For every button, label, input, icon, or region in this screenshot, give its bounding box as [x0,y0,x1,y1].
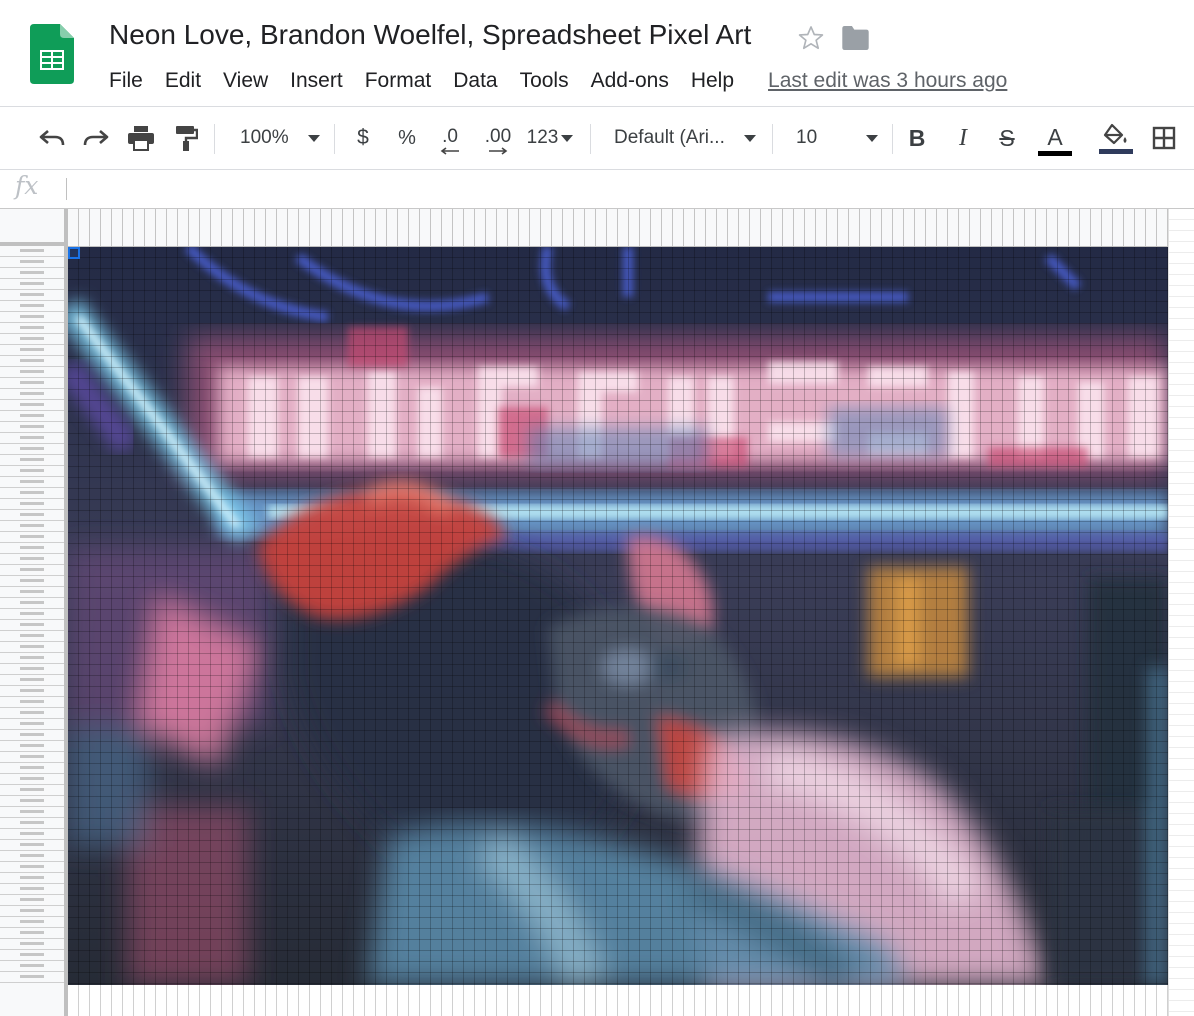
font-value: Default (Ari... [614,127,725,148]
text-color-swatch [1038,150,1072,156]
paint-bucket-icon [1103,123,1127,144]
zoom-select[interactable]: 100% [228,107,324,169]
empty-cells-row[interactable] [68,985,1168,1016]
title-bar: Neon Love, Brandon Woelfel, Spreadsheet … [0,0,1194,107]
folder-icon[interactable] [841,26,870,50]
undo-icon [39,130,65,146]
chevron-down-icon [866,134,878,142]
redo-icon [83,130,109,146]
increase-decimal-button[interactable]: .00 [476,107,520,169]
strikethrough-label: S [999,124,1015,151]
selected-cell[interactable] [68,247,80,259]
row-headers[interactable]: 68 [0,246,68,1016]
cell-gridlines [68,247,1168,985]
chevron-down-icon [561,134,574,142]
menu-format[interactable]: Format [354,69,443,93]
formula-divider [66,178,67,200]
italic-button[interactable]: I [946,107,980,169]
formula-bar: fx [0,170,1194,209]
decrease-decimal-button[interactable]: .0 [432,107,468,169]
menu-add-ons[interactable]: Add-ons [580,69,680,93]
text-color-button[interactable]: A [1036,107,1074,169]
menu-bar: File Edit View Insert Format Data Tools … [98,66,1007,96]
menu-file[interactable]: File [98,69,154,93]
fill-color-button[interactable] [1096,107,1136,169]
menu-help[interactable]: Help [680,69,745,93]
arrow-right-icon [489,147,508,155]
font-size-value: 10 [796,127,818,148]
increase-decimal-label: .00 [484,126,512,147]
menu-view[interactable]: View [212,69,279,93]
toolbar: 100% $ % .0 .00 123 Default (Ari... 10 B [0,107,1194,170]
menu-edit[interactable]: Edit [154,69,212,93]
print-icon [128,126,154,151]
toolbar-divider [892,124,893,154]
paint-format-icon [176,126,198,151]
bold-button[interactable]: B [900,107,934,169]
fx-icon: fx [15,171,39,200]
arrow-left-icon [440,147,459,155]
format-percent-button[interactable]: % [392,107,422,169]
toolbar-divider [214,124,215,154]
document-title[interactable]: Neon Love, Brandon Woelfel, Spreadsheet … [109,19,751,51]
more-formats-label: 123 [526,127,559,148]
redo-button[interactable] [78,107,114,169]
pixel-art-cells[interactable] [68,247,1168,985]
format-currency-button[interactable]: $ [348,107,378,169]
toolbar-divider [772,124,773,154]
print-button[interactable] [122,107,160,169]
star-icon[interactable] [797,24,825,52]
chevron-down-icon [744,134,756,142]
percent-label: % [398,126,416,149]
borders-icon [1152,126,1176,150]
menu-data[interactable]: Data [442,69,508,93]
sheets-logo-icon[interactable] [30,24,74,84]
font-select[interactable]: Default (Ari... [604,107,760,169]
currency-label: $ [357,126,369,149]
bold-label: B [908,124,926,151]
menu-insert[interactable]: Insert [279,69,354,93]
column-headers[interactable] [68,209,1168,247]
menu-tools[interactable]: Tools [509,69,580,93]
toolbar-divider [334,124,335,154]
paint-format-button[interactable] [168,107,204,169]
right-gutter [1168,209,1194,1016]
undo-button[interactable] [34,107,70,169]
toolbar-divider [590,124,591,154]
text-color-label: A [1047,123,1063,150]
decrease-decimal-label: .0 [442,126,458,147]
select-all-corner[interactable] [0,209,68,246]
borders-button[interactable] [1146,107,1182,169]
more-formats-select[interactable]: 123 [522,107,578,169]
chevron-down-icon [308,134,320,142]
fill-color-swatch [1099,148,1133,154]
italic-label: I [959,124,967,151]
sheet-grid: 68 [0,209,1194,1016]
formula-input[interactable] [76,170,1176,208]
zoom-value: 100% [240,127,289,148]
row-header-numbers [20,246,44,984]
last-edit-link[interactable]: Last edit was 3 hours ago [768,69,1007,93]
font-size-select[interactable]: 10 [784,107,882,169]
strikethrough-button[interactable]: S [990,107,1024,169]
